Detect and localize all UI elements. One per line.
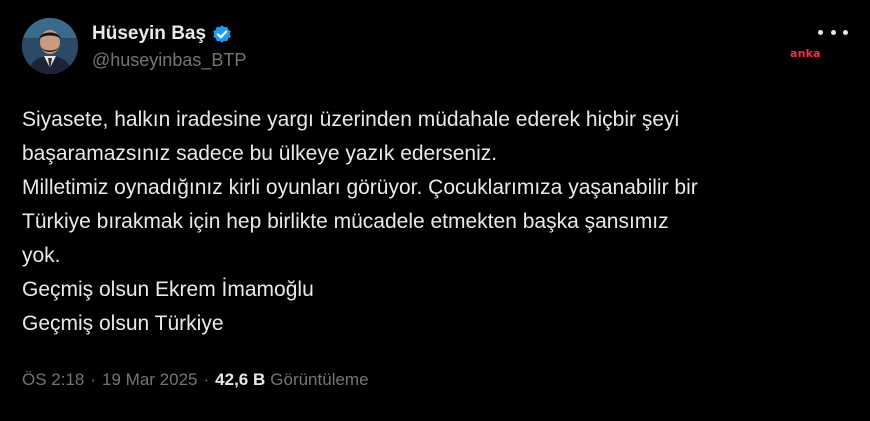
display-name[interactable]: Hüseyin Baş: [92, 23, 206, 45]
more-dot: [843, 29, 848, 35]
tweet-card: Hüseyin Baş @huseyinbas_BTP anka Siyaset…: [0, 0, 870, 421]
tweet-meta: ÖS 2:18 · 19 Mar 2025 · 42,6 B Görüntüle…: [22, 370, 369, 390]
tweet-text-line: Geçmiş olsun Türkiye: [22, 312, 224, 335]
tweet-text-line: başaramazsınız sadece bu ülkeye yazık ed…: [22, 142, 498, 165]
meta-separator: ·: [203, 370, 210, 389]
tweet-text-line: yok.: [22, 244, 61, 267]
more-dot: [818, 29, 823, 35]
avatar[interactable]: [22, 18, 78, 74]
author-handle[interactable]: @huseyinbas_BTP: [92, 50, 246, 71]
views-label: Görüntüleme: [270, 370, 369, 389]
tweet-text-line: Siyasete, halkın iradesine yargı üzerind…: [22, 108, 680, 131]
more-options-icon[interactable]: [818, 22, 848, 42]
tweet-text: Siyasete, halkın iradesine yargı üzerind…: [22, 103, 852, 341]
avatar-image: [22, 18, 78, 74]
tweet-text-line: Milletimiz oynadığınız kirli oyunları gö…: [22, 176, 698, 199]
views-count: 42,6 B: [215, 370, 266, 389]
meta-separator: ·: [90, 370, 97, 389]
verified-badge-icon: [211, 23, 233, 45]
tweet-time[interactable]: ÖS 2:18: [22, 370, 84, 390]
anka-watermark: anka: [790, 47, 821, 60]
tweet-text-line: Türkiye bırakmak için hep birlikte mücad…: [22, 210, 669, 233]
tweet-date[interactable]: 19 Mar 2025: [102, 370, 197, 390]
tweet-header: Hüseyin Baş @huseyinbas_BTP: [22, 18, 246, 74]
author-names: Hüseyin Baş @huseyinbas_BTP: [92, 18, 246, 74]
name-row: Hüseyin Baş: [92, 21, 246, 47]
tweet-text-line: Geçmiş olsun Ekrem İmamoğlu: [22, 278, 314, 301]
more-dot: [830, 29, 836, 35]
